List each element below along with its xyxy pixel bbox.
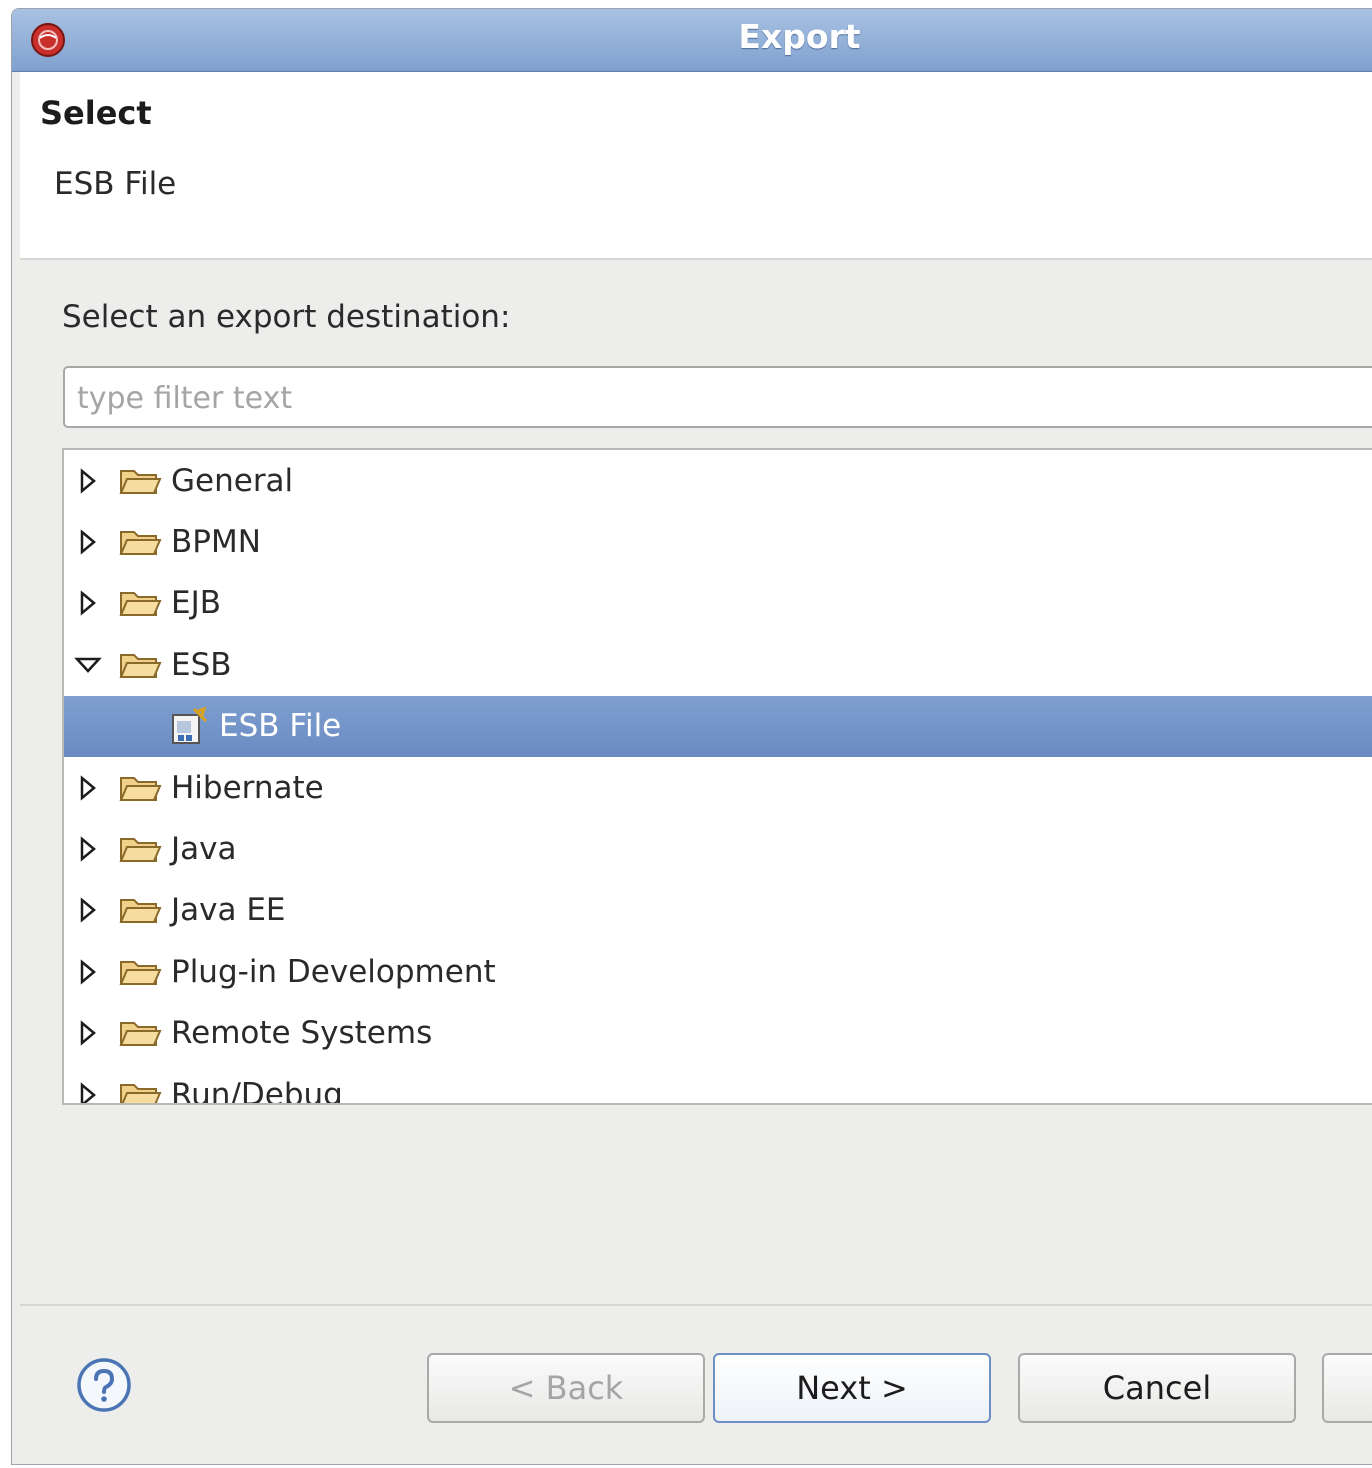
collapse-arrow-icon[interactable] <box>74 655 102 675</box>
expand-arrow-icon[interactable] <box>78 467 98 495</box>
folder-icon <box>119 960 162 985</box>
folder-icon <box>119 1022 162 1047</box>
folder-icon <box>119 592 162 617</box>
tree-item-label: Plug-in Development <box>171 953 496 990</box>
expand-arrow-icon[interactable] <box>78 1081 98 1105</box>
export-wizard-tree[interactable]: General BPMN EJB ESB ESB File Hibernate … <box>62 448 1372 1105</box>
folder-icon <box>119 531 162 556</box>
tree-item-label: Java EE <box>171 892 286 929</box>
tree-item-esb-file[interactable]: ESB File <box>64 695 1372 757</box>
next-button[interactable]: Next > <box>713 1353 991 1423</box>
help-icon[interactable] <box>76 1357 132 1413</box>
folder-icon <box>119 469 162 494</box>
folder-icon <box>119 653 162 678</box>
expand-arrow-icon[interactable] <box>78 1019 98 1047</box>
folder-icon <box>120 1083 162 1103</box>
tree-item-label: EJB <box>171 585 221 622</box>
folder-icon <box>119 899 162 924</box>
expand-arrow-icon[interactable] <box>78 774 98 802</box>
tree-item-plugin-development[interactable]: Plug-in Development <box>64 941 1372 1002</box>
tree-item-java-ee[interactable]: Java EE <box>64 880 1372 941</box>
page-description: ESB File <box>54 166 177 202</box>
tree-item-label: Run/Debug <box>171 1076 343 1105</box>
wizard-header: Select ESB File <box>20 72 1372 260</box>
tree-item-ejb[interactable]: EJB <box>64 573 1372 634</box>
tree-item-label: Remote Systems <box>171 1015 433 1052</box>
tree-item-label: General <box>171 462 294 499</box>
filter-input[interactable] <box>75 374 1279 422</box>
finish-button[interactable] <box>1322 1353 1372 1423</box>
expand-arrow-icon[interactable] <box>78 958 98 986</box>
title-bar[interactable]: Export <box>12 9 1372 72</box>
button-bar-separator <box>20 1304 1372 1306</box>
tree-item-run-debug[interactable]: Run/Debug <box>64 1064 1372 1105</box>
folder-icon <box>119 838 162 863</box>
tree-item-label: ESB <box>171 646 232 683</box>
folder-icon <box>119 776 162 801</box>
export-dialog: Export Select ESB File Select an export … <box>11 8 1372 1465</box>
expand-arrow-icon[interactable] <box>78 896 98 924</box>
tree-item-label: Hibernate <box>171 769 324 806</box>
cancel-button[interactable]: Cancel <box>1018 1353 1296 1423</box>
tree-item-bpmn[interactable]: BPMN <box>64 511 1372 572</box>
tree-item-remote-systems[interactable]: Remote Systems <box>64 1003 1372 1064</box>
filter-field[interactable] <box>63 366 1372 428</box>
tree-item-java[interactable]: Java <box>64 818 1372 879</box>
destination-prompt: Select an export destination: <box>62 299 511 335</box>
tree-item-label: ESB File <box>219 708 342 745</box>
window-title: Export <box>738 17 861 56</box>
expand-arrow-icon[interactable] <box>78 835 98 863</box>
page-title: Select <box>40 94 152 132</box>
expand-arrow-icon[interactable] <box>78 528 98 556</box>
tree-item-label: BPMN <box>171 524 261 561</box>
tree-item-hibernate[interactable]: Hibernate <box>64 757 1372 818</box>
tree-item-general[interactable]: General <box>64 450 1372 511</box>
tree-item-label: Java <box>171 831 237 868</box>
tree-item-esb[interactable]: ESB <box>64 634 1372 695</box>
esb-file-wizard-icon <box>172 706 208 745</box>
expand-arrow-icon[interactable] <box>78 589 98 617</box>
back-button[interactable]: < Back <box>427 1353 705 1423</box>
